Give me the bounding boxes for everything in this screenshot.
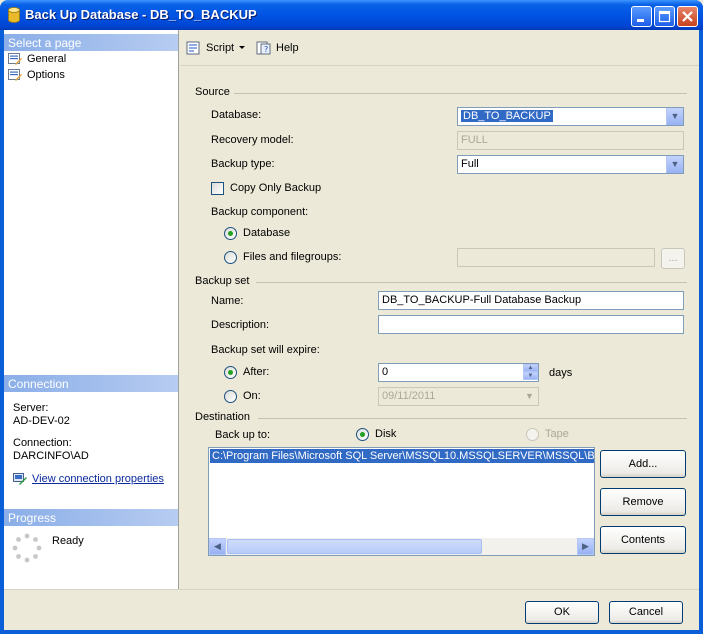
expire-label: Backup set will expire: <box>211 344 320 356</box>
backup-to-label: Back up to: <box>215 429 271 441</box>
database-icon <box>8 7 20 23</box>
expire-after-radio[interactable] <box>224 366 237 379</box>
svg-text:?: ? <box>264 45 268 54</box>
chevron-down-icon[interactable]: ▼ <box>666 108 683 125</box>
close-icon <box>682 11 693 22</box>
scroll-right-icon[interactable]: ▶ <box>577 538 594 555</box>
browse-filegroups-button[interactable]: ... <box>661 248 685 269</box>
remove-destination-button[interactable]: Remove <box>600 488 686 516</box>
connection-label: Connection: <box>13 437 72 449</box>
scrollbar-thumb[interactable] <box>227 539 482 554</box>
backup-set-divider <box>256 282 687 283</box>
script-icon <box>186 41 200 55</box>
source-section-label: Source <box>195 86 230 98</box>
page-properties-icon <box>8 69 22 81</box>
window-title: Back Up Database - DB_TO_BACKUP <box>25 7 257 22</box>
database-label: Database: <box>211 109 262 121</box>
page-properties-icon <box>8 53 22 65</box>
destination-list-scrollbar[interactable]: ◀ ▶ <box>209 538 594 555</box>
destination-disk-radio[interactable] <box>356 428 369 441</box>
minimize-button[interactable] <box>631 6 652 27</box>
backup-type-label: Backup type: <box>211 158 275 170</box>
backup-database-window: Back Up Database - DB_TO_BACKUP Select a… <box>0 0 703 634</box>
backup-component-label: Backup component: <box>211 206 309 218</box>
source-divider <box>234 93 687 94</box>
server-label: Server: <box>13 402 49 414</box>
connection-header: Connection <box>4 375 178 392</box>
name-label: Name: <box>211 295 244 307</box>
toolbar: Script ? Help <box>180 30 699 66</box>
expire-on-date-picker: 09/11/2011 ▼ <box>378 387 539 406</box>
backup-name-input[interactable]: DB_TO_BACKUP-Full Database Backup <box>378 291 684 310</box>
maximize-button[interactable] <box>654 6 675 27</box>
chevron-down-icon[interactable]: ▼ <box>666 156 683 173</box>
connection-value: DARCINFO\AD <box>13 450 89 462</box>
destination-path-row[interactable]: C:\Program Files\Microsoft SQL Server\MS… <box>210 449 594 463</box>
filegroups-field <box>457 248 655 267</box>
dialog-footer: OK Cancel <box>4 589 699 630</box>
expire-after-label: After: <box>243 366 270 378</box>
expire-on-date-value: 09/11/2011 <box>382 390 436 402</box>
expire-on-radio[interactable] <box>224 390 237 403</box>
page-item-label: General <box>27 53 67 65</box>
progress-spinner-icon <box>12 533 42 563</box>
description-input[interactable] <box>378 315 684 334</box>
destination-tape-label: Tape <box>545 428 569 440</box>
dialog-client-area: Select a page General Options Connection… <box>4 30 699 630</box>
component-database-radio[interactable] <box>224 227 237 240</box>
script-label: Script <box>206 42 235 54</box>
component-files-label: Files and filegroups: <box>243 251 342 263</box>
help-button[interactable]: ? Help <box>256 41 299 55</box>
progress-status: Ready <box>52 535 84 547</box>
close-button[interactable] <box>677 6 698 27</box>
title-bar[interactable]: Back Up Database - DB_TO_BACKUP <box>0 0 703 30</box>
scroll-left-icon[interactable]: ◀ <box>209 538 226 555</box>
expire-days-unit: days <box>549 367 573 379</box>
add-destination-button[interactable]: Add... <box>600 450 686 478</box>
chevron-down-icon[interactable]: ▼ <box>523 372 538 380</box>
dropdown-arrow-icon <box>239 46 246 49</box>
ok-button[interactable]: OK <box>525 601 599 624</box>
select-page-header: Select a page <box>4 34 178 51</box>
backup-set-section-label: Backup set <box>195 275 250 287</box>
left-pane: Select a page General Options Connection… <box>4 30 179 589</box>
help-icon: ? <box>256 41 271 55</box>
contents-button[interactable]: Contents <box>600 526 686 554</box>
destination-list[interactable]: C:\Program Files\Microsoft SQL Server\MS… <box>208 447 595 556</box>
progress-header: Progress <box>4 509 178 526</box>
recovery-model-field: FULL <box>457 131 684 150</box>
minimize-icon <box>637 19 644 22</box>
destination-tape-radio <box>526 428 539 441</box>
component-database-label: Database <box>243 227 291 239</box>
expire-days-value: 0 <box>382 366 389 378</box>
view-connection-properties-link[interactable]: View connection properties <box>13 473 164 485</box>
destination-divider <box>258 418 687 419</box>
copy-only-label: Copy Only Backup <box>230 182 322 194</box>
help-label: Help <box>276 42 299 54</box>
component-files-radio[interactable] <box>224 251 237 264</box>
page-item-general[interactable]: General <box>8 53 66 65</box>
destination-disk-label: Disk <box>375 428 397 440</box>
server-value: AD-DEV-02 <box>13 415 70 427</box>
script-button[interactable]: Script <box>186 41 246 55</box>
backup-type-selected-value: Full <box>461 158 479 170</box>
view-connection-link-text: View connection properties <box>32 473 164 485</box>
connection-properties-icon <box>13 473 27 485</box>
page-item-options[interactable]: Options <box>8 69 65 81</box>
chevron-up-icon[interactable]: ▲ <box>523 364 538 372</box>
destination-section-label: Destination <box>195 411 251 423</box>
database-selected-value: DB_TO_BACKUP <box>461 110 553 122</box>
cancel-button[interactable]: Cancel <box>609 601 683 624</box>
expire-days-stepper[interactable]: 0 ▲ ▼ <box>378 363 539 382</box>
backup-type-combobox[interactable]: Full ▼ <box>457 155 684 174</box>
recovery-model-label: Recovery model: <box>211 134 294 146</box>
stepper-buttons[interactable]: ▲ ▼ <box>523 364 538 381</box>
chevron-down-icon: ▼ <box>521 388 538 405</box>
copy-only-checkbox[interactable] <box>211 182 224 195</box>
description-label: Description: <box>211 319 270 331</box>
expire-on-label: On: <box>243 390 261 402</box>
page-item-label: Options <box>27 69 65 81</box>
maximize-icon <box>658 10 671 23</box>
database-combobox[interactable]: DB_TO_BACKUP ▼ <box>457 107 684 126</box>
